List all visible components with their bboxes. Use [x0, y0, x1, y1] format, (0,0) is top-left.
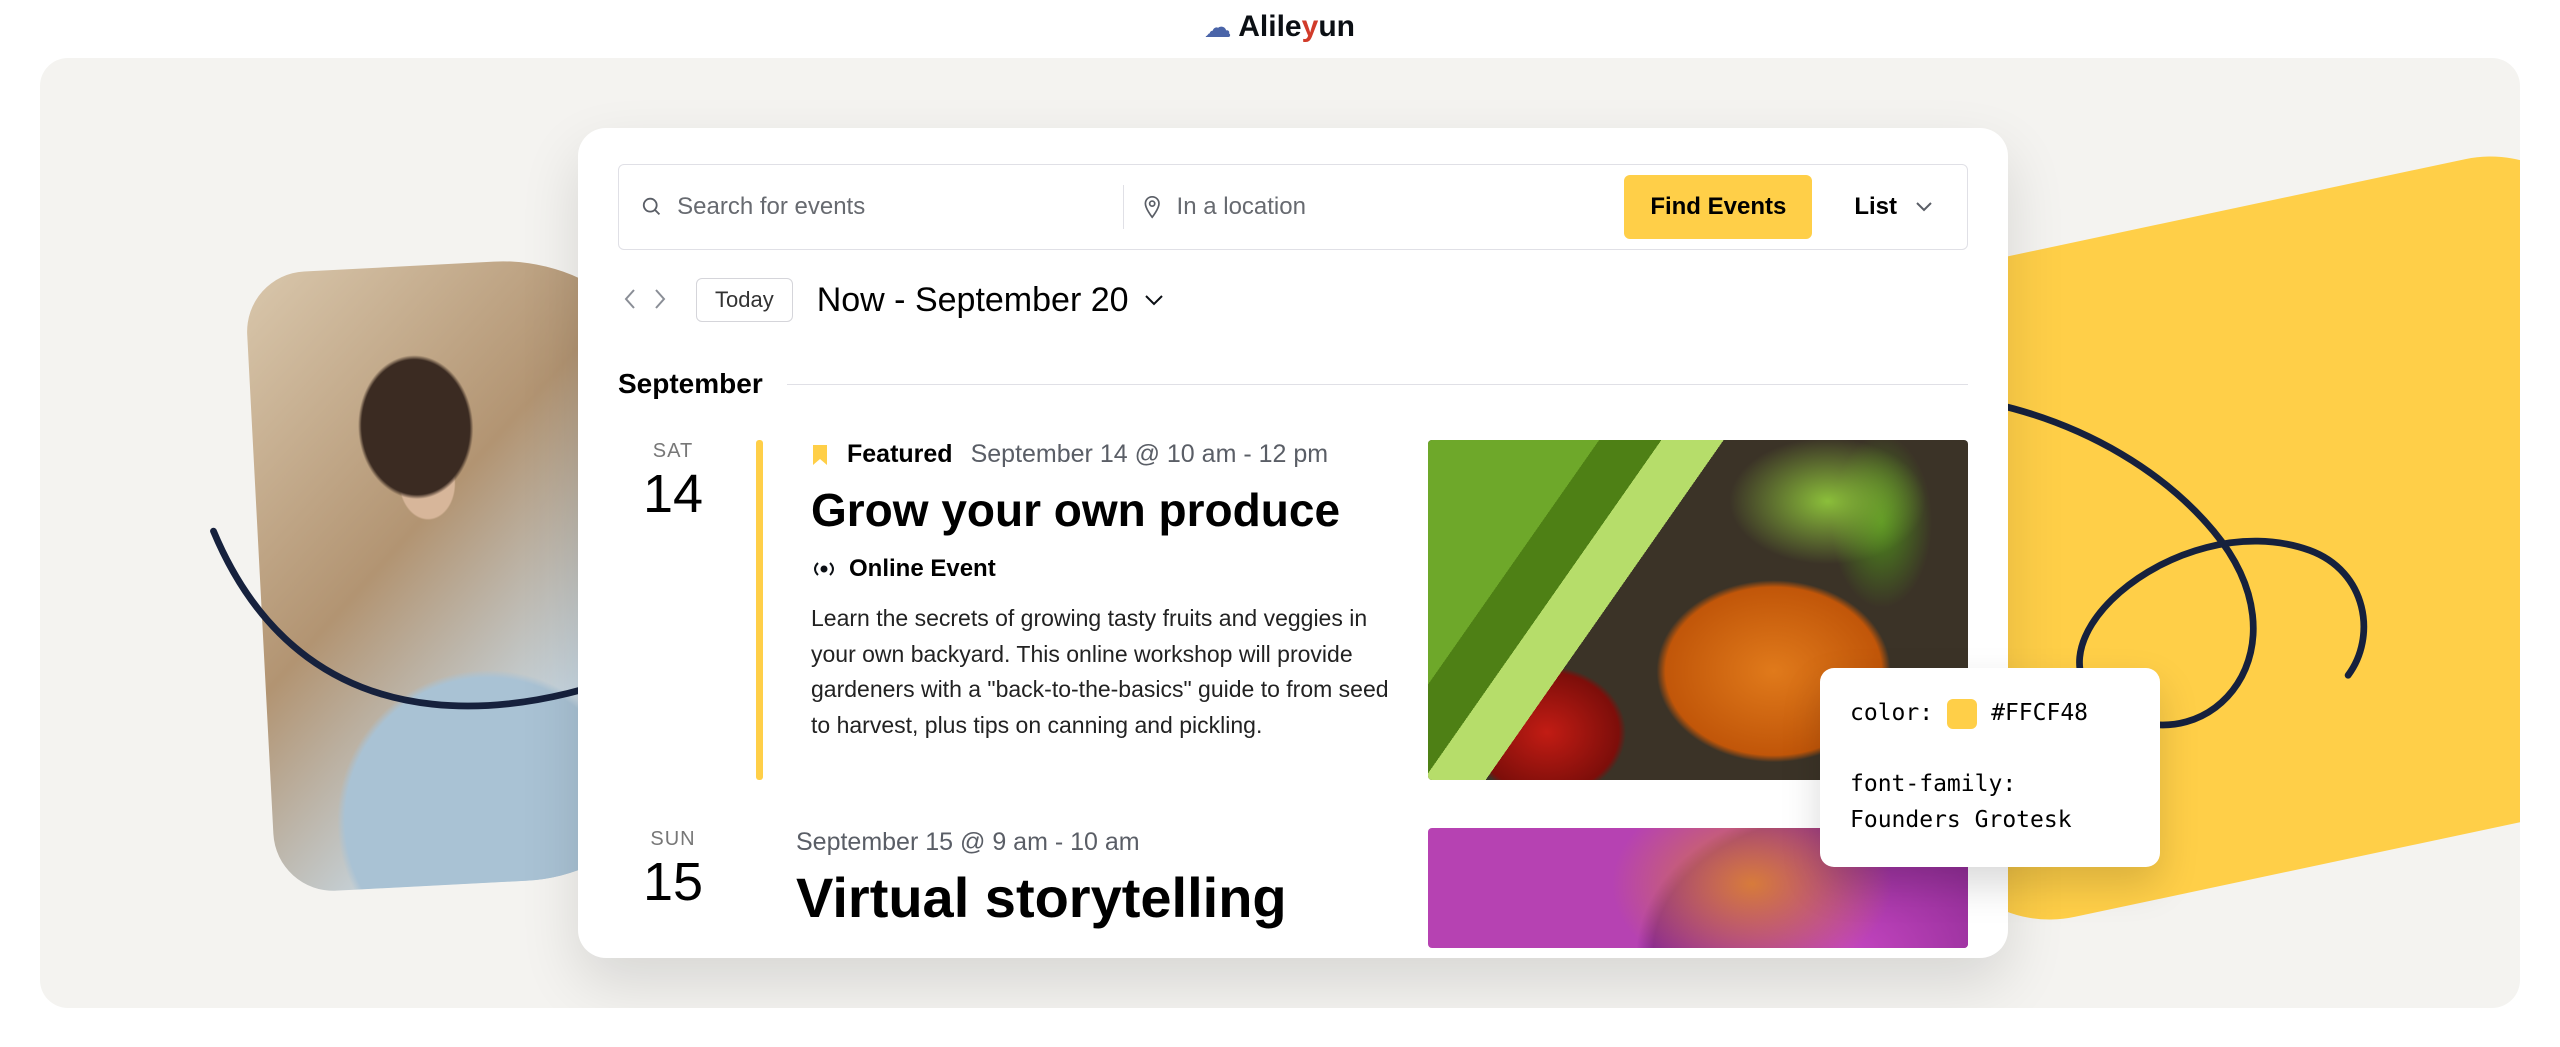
date-range-label: Now - September 20	[817, 281, 1129, 320]
featured-label: Featured	[847, 440, 953, 469]
style-tip-card: color: #FFCF48 font-family: Founders Gro…	[1820, 668, 2160, 867]
view-label: List	[1854, 193, 1897, 221]
event-body: Featured September 14 @ 10 am - 12 pm Gr…	[793, 440, 1398, 780]
search-events-input[interactable]	[677, 193, 1105, 221]
view-dropdown[interactable]: List	[1830, 193, 1957, 221]
chevron-left-icon	[622, 287, 638, 311]
chevron-down-icon	[1915, 201, 1933, 213]
search-location-input[interactable]	[1177, 193, 1607, 221]
event-time: September 14 @ 10 am - 12 pm	[971, 440, 1329, 469]
chevron-down-icon	[1143, 293, 1165, 307]
date-toolbar: Today Now - September 20	[618, 278, 1968, 322]
event-title-link[interactable]: Grow your own produce	[811, 483, 1398, 537]
site-logo: ☁ Alileyun	[0, 0, 2560, 44]
tip-color-value: #FFCF48	[1991, 696, 2088, 732]
month-label: September	[618, 368, 763, 400]
event-day: 14	[618, 467, 728, 521]
find-events-button[interactable]: Find Events	[1624, 175, 1812, 239]
divider	[787, 384, 1968, 385]
cloud-icon: ☁	[1205, 13, 1231, 43]
featured-accent	[756, 440, 763, 780]
event-date: SUN 15	[618, 828, 728, 948]
chevron-right-icon	[652, 287, 668, 311]
tip-font-value: Founders Grotesk	[1850, 803, 2130, 839]
month-heading: September	[618, 368, 1968, 400]
prev-button[interactable]	[618, 283, 642, 318]
event-time: September 15 @ 9 am - 10 am	[796, 828, 1140, 857]
event-row: SUN 15 September 15 @ 9 am - 10 am Virtu…	[618, 828, 1968, 948]
search-events-segment[interactable]	[641, 193, 1105, 221]
event-weekday: SUN	[618, 828, 728, 851]
hero-canvas: Find Events List Today Now - September 2…	[40, 58, 2520, 1008]
search-bar: Find Events List	[618, 164, 1968, 250]
event-weekday: SAT	[618, 440, 728, 463]
tip-color-key: color:	[1850, 696, 1933, 732]
search-location-segment[interactable]	[1142, 193, 1606, 221]
color-swatch	[1947, 699, 1977, 729]
date-range-picker[interactable]: Now - September 20	[817, 281, 1165, 320]
location-pin-icon	[1142, 194, 1162, 220]
event-title-link[interactable]: Virtual storytelling	[796, 865, 1398, 930]
online-event-label: Online Event	[849, 555, 996, 583]
broadcast-icon	[811, 559, 837, 579]
event-row: SAT 14 Featured September 14 @ 10 am - 1…	[618, 440, 1968, 780]
event-date: SAT 14	[618, 440, 728, 780]
tip-font-key: font-family:	[1850, 767, 2130, 803]
event-day: 15	[618, 855, 728, 909]
next-button[interactable]	[648, 283, 672, 318]
today-button[interactable]: Today	[696, 278, 793, 322]
events-card: Find Events List Today Now - September 2…	[578, 128, 2008, 958]
event-description: Learn the secrets of growing tasty fruit…	[811, 601, 1398, 744]
divider	[1123, 185, 1124, 229]
bookmark-icon	[811, 443, 829, 467]
search-icon	[641, 195, 663, 219]
